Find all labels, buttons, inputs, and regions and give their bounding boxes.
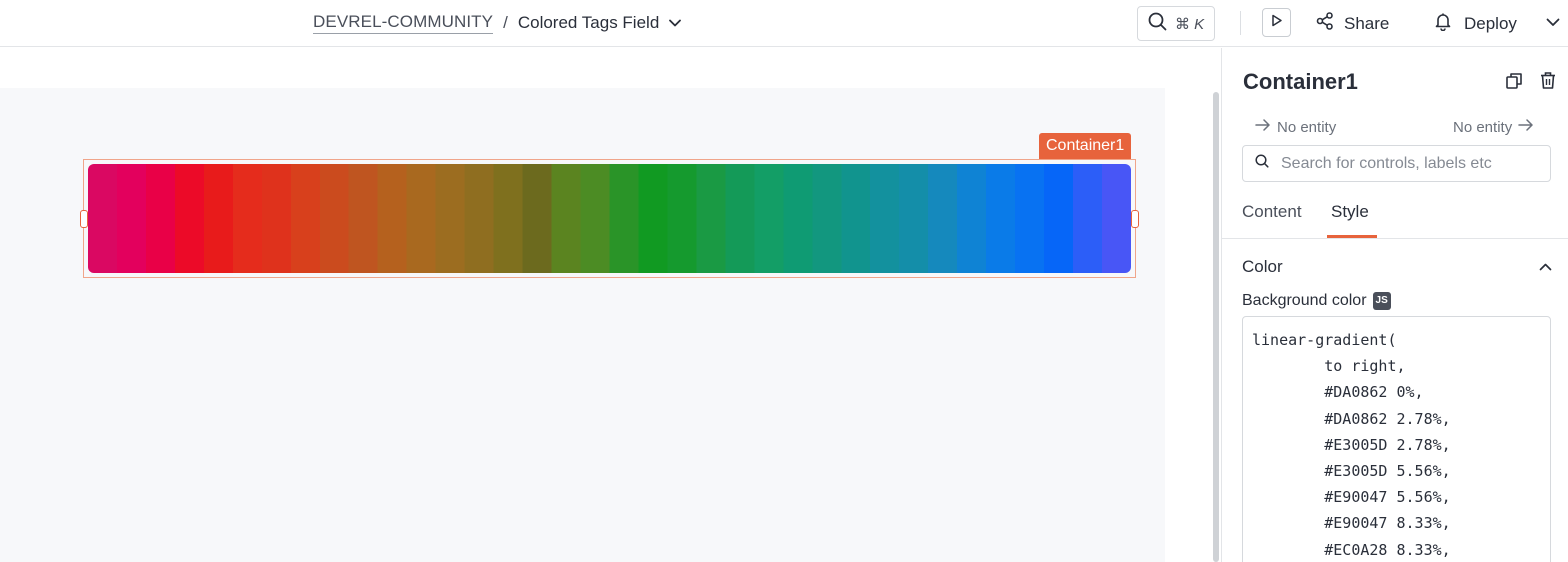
search-icon — [1255, 154, 1269, 173]
shortcut-hint: ⌘ K — [1175, 15, 1204, 33]
copy-icon[interactable] — [1505, 72, 1523, 95]
breadcrumb-separator: / — [503, 13, 508, 32]
toolbar-divider — [1240, 11, 1241, 35]
entity-link-left[interactable]: No entity — [1255, 118, 1336, 136]
trash-icon[interactable] — [1539, 71, 1557, 95]
property-search-field[interactable] — [1242, 145, 1551, 182]
property-search-input[interactable] — [1281, 154, 1541, 173]
editor-canvas-area — [0, 48, 1221, 562]
canvas-scrollbar[interactable] — [1213, 92, 1219, 562]
share-icon — [1316, 12, 1334, 35]
widget-name-title[interactable]: Container1 — [1243, 69, 1358, 95]
code-line: #E3005D 5.56%, — [1252, 462, 1451, 481]
section-header-color[interactable]: Color — [1242, 257, 1552, 277]
property-label-background-color: Background color JS — [1242, 292, 1391, 310]
chevron-down-icon[interactable] — [1546, 14, 1560, 32]
breadcrumb-page-name[interactable]: Colored Tags Field — [518, 13, 659, 33]
resize-handle-left[interactable] — [80, 210, 88, 228]
breadcrumb: DEVREL-COMMUNITY / Colored Tags Field — [313, 12, 682, 34]
entity-left-label: No entity — [1277, 118, 1337, 136]
entity-link-right[interactable]: No entity — [1453, 118, 1534, 136]
property-tabs: Content Style — [1222, 193, 1568, 239]
code-line: #DA0862 2.78%, — [1252, 409, 1451, 428]
code-line: linear-gradient( — [1252, 331, 1397, 349]
selected-widget-label[interactable]: Container1 — [1039, 133, 1132, 159]
shortcut-symbol: ⌘ — [1175, 15, 1190, 33]
background-color-label: Background color — [1242, 292, 1367, 309]
property-pane: Container1 No entity No entity Content S… — [1221, 48, 1568, 562]
code-line: #E90047 5.56%, — [1252, 488, 1451, 507]
code-line: #E90047 8.33%, — [1252, 514, 1451, 533]
tab-style[interactable]: Style — [1331, 202, 1369, 222]
section-title: Color — [1242, 257, 1283, 276]
deploy-label: Deploy — [1464, 13, 1517, 33]
share-label: Share — [1344, 13, 1390, 33]
bell-icon — [1434, 12, 1452, 36]
background-color-code-editor[interactable]: linear-gradient( to right, #DA0862 0%, #… — [1242, 316, 1551, 562]
top-bar: DEVREL-COMMUNITY / Colored Tags Field ⌘ … — [0, 0, 1568, 47]
code-line: #E3005D 2.78%, — [1252, 435, 1451, 454]
shortcut-key: K — [1194, 15, 1205, 33]
arrow-right-icon — [1518, 118, 1534, 136]
deploy-button[interactable]: Deploy — [1434, 10, 1517, 37]
container-widget[interactable] — [88, 164, 1131, 273]
js-toggle-badge[interactable]: JS — [1372, 292, 1391, 310]
active-tab-indicator — [1327, 235, 1377, 238]
tab-content[interactable]: Content — [1242, 202, 1302, 222]
entity-right-label: No entity — [1453, 118, 1513, 136]
breadcrumb-org-link[interactable]: DEVREL-COMMUNITY — [313, 12, 494, 34]
preview-button[interactable] — [1262, 8, 1291, 37]
code-line: #DA0862 0%, — [1252, 383, 1424, 402]
share-button[interactable]: Share — [1316, 10, 1389, 37]
command-search-button[interactable]: ⌘ K — [1137, 6, 1215, 41]
code-line: to right, — [1252, 357, 1406, 376]
code-line: #EC0A28 8.33%, — [1252, 540, 1451, 559]
search-icon — [1148, 12, 1167, 36]
chevron-up-icon[interactable] — [1539, 258, 1552, 276]
play-icon — [1271, 14, 1283, 32]
arrow-right-icon — [1255, 118, 1271, 136]
chevron-down-icon[interactable] — [669, 19, 682, 27]
resize-handle-right[interactable] — [1131, 210, 1139, 228]
